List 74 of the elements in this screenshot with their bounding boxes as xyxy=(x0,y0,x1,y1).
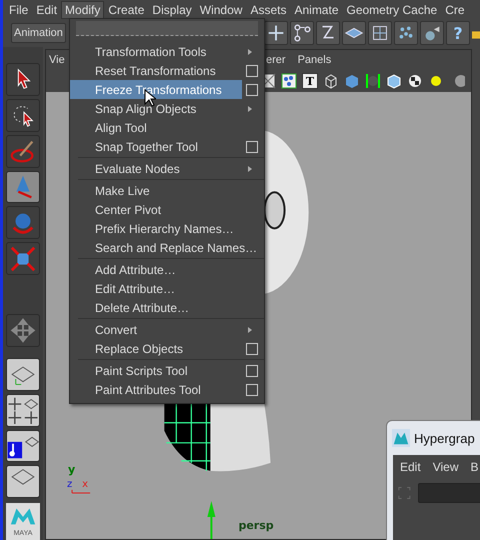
menubar-item[interactable]: Edit xyxy=(32,0,62,18)
menubar-item[interactable]: Geometry Cache xyxy=(342,0,442,18)
menubar-item[interactable]: Animate xyxy=(290,0,342,18)
plus-icon[interactable] xyxy=(264,21,288,45)
checker-ball-icon[interactable] xyxy=(407,73,423,89)
menu-item[interactable]: Center Pivot xyxy=(70,200,264,219)
menu-item[interactable]: Add Attribute… xyxy=(70,260,264,279)
option-box[interactable] xyxy=(246,84,258,96)
rotate-tool[interactable] xyxy=(6,206,40,240)
panel-menu-item[interactable]: Panels xyxy=(298,54,332,66)
particles-icon[interactable] xyxy=(394,21,418,45)
menu-item[interactable]: Prefix Hierarchy Names… xyxy=(70,219,264,238)
menu-item[interactable]: Paint Scripts Tool xyxy=(70,361,264,380)
window-title: Hypergrap xyxy=(414,430,475,446)
input-field[interactable] xyxy=(418,483,480,503)
wireframe-cube-icon[interactable] xyxy=(323,73,339,89)
layout-icon[interactable] xyxy=(6,465,40,498)
menu-item[interactable]: View xyxy=(432,460,458,474)
logo-icon xyxy=(392,429,410,447)
text-button[interactable]: T xyxy=(302,73,318,89)
light-icon[interactable] xyxy=(428,73,444,89)
menu-item[interactable]: Transformation Tools xyxy=(70,42,264,61)
menu-item[interactable]: Snap Align Objects xyxy=(70,99,264,118)
menu-item[interactable]: B xyxy=(470,460,478,474)
menubar-item[interactable]: Display xyxy=(148,0,196,18)
menu-item[interactable]: Convert xyxy=(70,320,264,339)
menubar-item[interactable]: Assets xyxy=(246,0,290,18)
cube-icon xyxy=(9,244,37,273)
curve-icon[interactable] xyxy=(316,21,340,45)
menubar-item[interactable]: File xyxy=(5,0,32,18)
axis-gizmo-drawing: y z x xyxy=(67,462,91,494)
lasso-tool[interactable] xyxy=(6,98,40,132)
dots-icon[interactable] xyxy=(281,73,297,89)
menubar-item[interactable]: Modify xyxy=(61,0,104,18)
option-box[interactable] xyxy=(246,64,258,76)
menu-item[interactable]: Replace Objects xyxy=(70,339,264,358)
paint-tool[interactable] xyxy=(6,134,40,168)
camera-label: persp xyxy=(238,519,274,532)
shaded-cube-icon[interactable] xyxy=(344,73,360,89)
submenu-arrow-icon xyxy=(248,166,252,172)
option-box[interactable] xyxy=(246,342,258,354)
move-tool[interactable] xyxy=(6,170,40,204)
cube-icon[interactable] xyxy=(386,73,402,89)
option-box[interactable] xyxy=(246,140,258,152)
submenu-arrow-icon xyxy=(248,48,252,54)
menubar-item[interactable]: Window xyxy=(196,0,246,18)
menu-item[interactable]: Edit xyxy=(400,460,421,474)
menu-item[interactable]: Make Live xyxy=(70,181,264,200)
menu-item[interactable]: Edit Attribute… xyxy=(70,279,264,298)
plane-icon[interactable] xyxy=(342,21,366,45)
menu-item[interactable]: Search and Replace Names… xyxy=(70,238,264,257)
move-arrows-icon[interactable] xyxy=(6,314,40,347)
option-box[interactable] xyxy=(246,384,258,396)
help-button[interactable]: ? xyxy=(446,21,470,45)
menu-item[interactable]: Delete Attribute… xyxy=(70,298,264,317)
scale-tool[interactable] xyxy=(6,242,40,276)
node-chain-icon[interactable] xyxy=(290,21,314,45)
lattice-icon[interactable] xyxy=(368,21,392,45)
panel-menu-item[interactable]: erer xyxy=(266,54,286,66)
submenu-arrow-icon xyxy=(248,106,252,112)
camera-arrow-icon xyxy=(207,500,216,539)
menubar-item[interactable]: Create xyxy=(104,0,148,18)
menu-item[interactable]: Evaluate Nodes xyxy=(70,159,264,178)
four-view-layout-icon[interactable] xyxy=(6,394,40,427)
menu-item[interactable]: Reset Transformations xyxy=(70,61,264,80)
menu-item[interactable]: Snap Together Tool xyxy=(70,137,264,156)
menu-set-dropdown[interactable]: Animation xyxy=(11,23,66,43)
select-tool[interactable] xyxy=(6,63,40,96)
option-box[interactable] xyxy=(246,364,258,376)
menu-item[interactable]: Align Tool xyxy=(70,118,264,137)
menubar-item[interactable]: Cre xyxy=(441,0,469,18)
menu-item[interactable]: Paint Attributes Tool xyxy=(70,380,264,399)
single-view-layout-icon[interactable] xyxy=(6,358,40,391)
submenu-arrow-icon xyxy=(248,326,252,332)
